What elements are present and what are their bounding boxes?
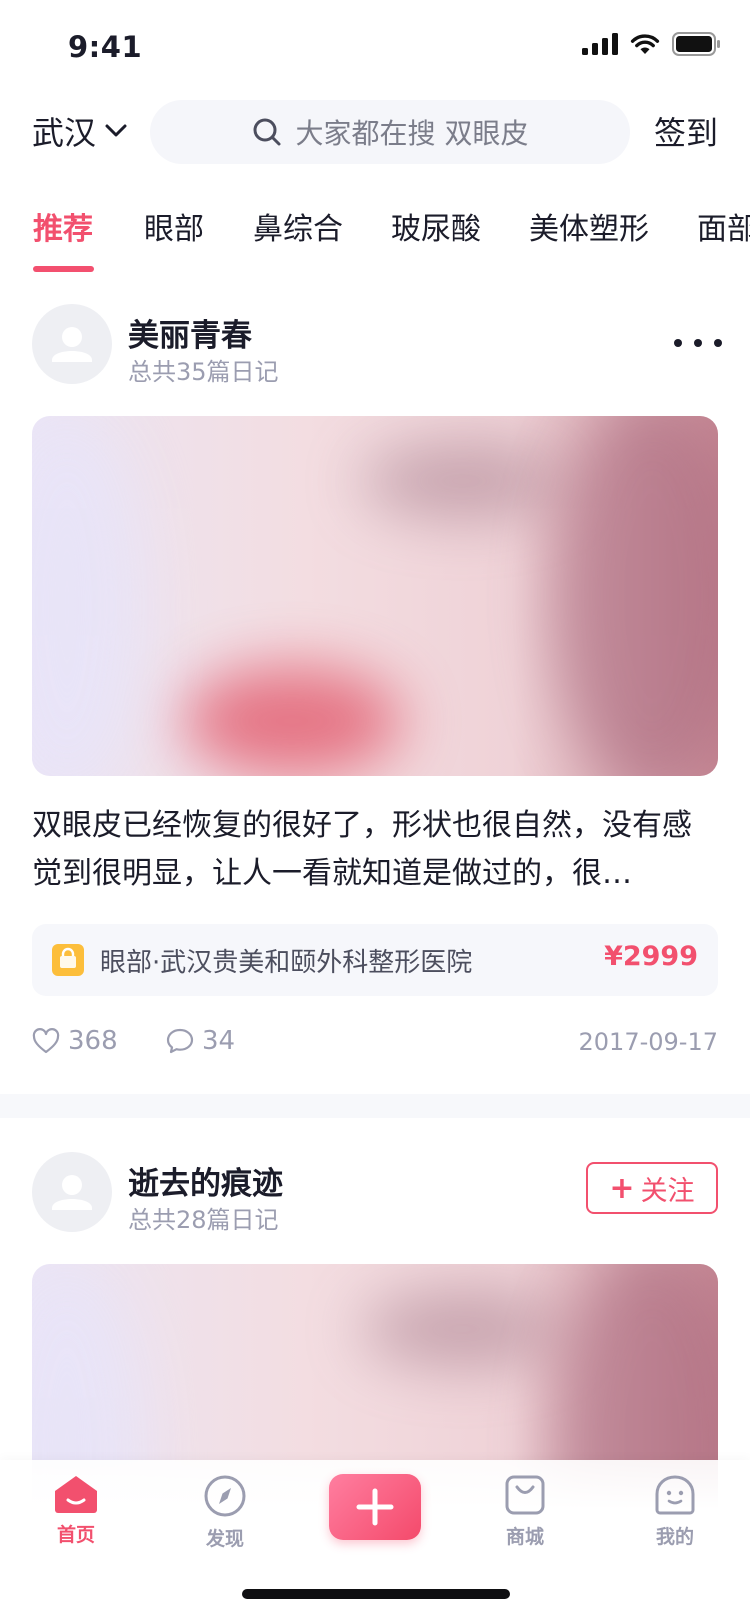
battery-icon [672, 32, 720, 56]
section-divider [0, 1094, 750, 1118]
follow-label: 关注 [640, 1175, 695, 1207]
comment-button[interactable]: 34 [166, 1026, 235, 1056]
search-icon [253, 118, 281, 146]
avatar[interactable] [32, 1152, 112, 1232]
diary-caption: 双眼皮已经恢复的很好了，形状也很自然，没有感觉到很明显，让人一看就知道是做过的，… [32, 808, 692, 891]
tabbar-discover[interactable]: 发现 [175, 1474, 275, 1551]
home-indicator [242, 1589, 510, 1599]
user-placeholder-icon [52, 327, 92, 362]
wifi-icon [630, 34, 660, 54]
more-dot-icon [714, 339, 722, 347]
tab-body-shaping[interactable]: 美体塑形 [529, 204, 649, 248]
comment-icon [166, 1028, 194, 1054]
diary-photo[interactable] [32, 416, 718, 776]
product-price: ¥2999 [604, 941, 698, 972]
shopping-bag-icon [505, 1475, 545, 1515]
plus-icon: + [609, 1170, 635, 1206]
diary-count: 总共35篇日记 [128, 358, 279, 386]
diary-count: 总共28篇日记 [128, 1206, 279, 1234]
like-count: 368 [68, 1026, 118, 1056]
publish-button[interactable] [329, 1474, 421, 1540]
app-screen: 9:41 武汉 大家都在搜 双眼皮 签到 推荐 眼部 鼻综合 玻尿酸 美体塑形 … [0, 0, 750, 1624]
tabbar-profile[interactable]: 我的 [625, 1474, 725, 1549]
tab-face[interactable]: 面部 [697, 204, 750, 248]
checkin-button[interactable]: 签到 [654, 108, 718, 154]
comment-count: 34 [202, 1026, 236, 1056]
post-stats: 368 34 2017-09-17 [32, 1026, 718, 1066]
tabbar-label: 商城 [505, 1526, 544, 1548]
city-label: 武汉 [32, 114, 97, 152]
plus-icon [356, 1488, 394, 1526]
city-selector[interactable]: 武汉 [32, 108, 128, 154]
tab-eyes[interactable]: 眼部 [144, 204, 204, 248]
tabbar-mall[interactable]: 商城 [475, 1474, 575, 1549]
active-tab-indicator [33, 266, 94, 272]
status-time: 9:41 [68, 30, 143, 64]
tabbar-label: 我的 [655, 1526, 694, 1548]
more-dot-icon [694, 339, 702, 347]
status-icons [582, 32, 720, 56]
shopping-bag-icon [52, 944, 84, 976]
product-name: 眼部·武汉贵美和颐外科整形医院 [100, 948, 473, 978]
avatar[interactable] [32, 304, 112, 384]
follow-button[interactable]: + 关注 [586, 1162, 718, 1214]
header: 武汉 大家都在搜 双眼皮 签到 [0, 96, 750, 166]
tabbar-label: 首页 [56, 1524, 95, 1546]
tab-hyaluronic-acid[interactable]: 玻尿酸 [391, 204, 481, 248]
home-icon [55, 1476, 97, 1513]
post-date: 2017-09-17 [578, 1028, 718, 1056]
cellular-signal-icon [582, 33, 618, 55]
product-link[interactable]: 眼部·武汉贵美和颐外科整形医院 ¥2999 [32, 924, 718, 996]
status-bar: 9:41 [0, 0, 750, 92]
more-dot-icon [674, 339, 682, 347]
search-bar[interactable]: 大家都在搜 双眼皮 [150, 100, 630, 164]
bottom-tab-bar: 首页 发现 商城 我的 [0, 1460, 750, 1624]
tabbar-label: 发现 [205, 1528, 244, 1550]
author-name[interactable]: 美丽青春 [128, 310, 252, 355]
compass-icon [204, 1475, 246, 1517]
author-name[interactable]: 逝去的痕迹 [128, 1158, 283, 1203]
chevron-down-icon [105, 124, 127, 137]
more-options-button[interactable] [674, 328, 722, 358]
user-placeholder-icon [52, 1175, 92, 1210]
search-placeholder: 大家都在搜 双眼皮 [295, 117, 529, 150]
profile-face-icon [655, 1475, 695, 1515]
tab-recommend[interactable]: 推荐 [33, 204, 93, 248]
like-button[interactable]: 368 [32, 1026, 118, 1056]
tab-nose[interactable]: 鼻综合 [253, 204, 343, 248]
category-tabs: 推荐 眼部 鼻综合 玻尿酸 美体塑形 面部 [0, 196, 750, 276]
tabbar-home[interactable]: 首页 [26, 1474, 126, 1547]
heart-icon [32, 1028, 60, 1054]
